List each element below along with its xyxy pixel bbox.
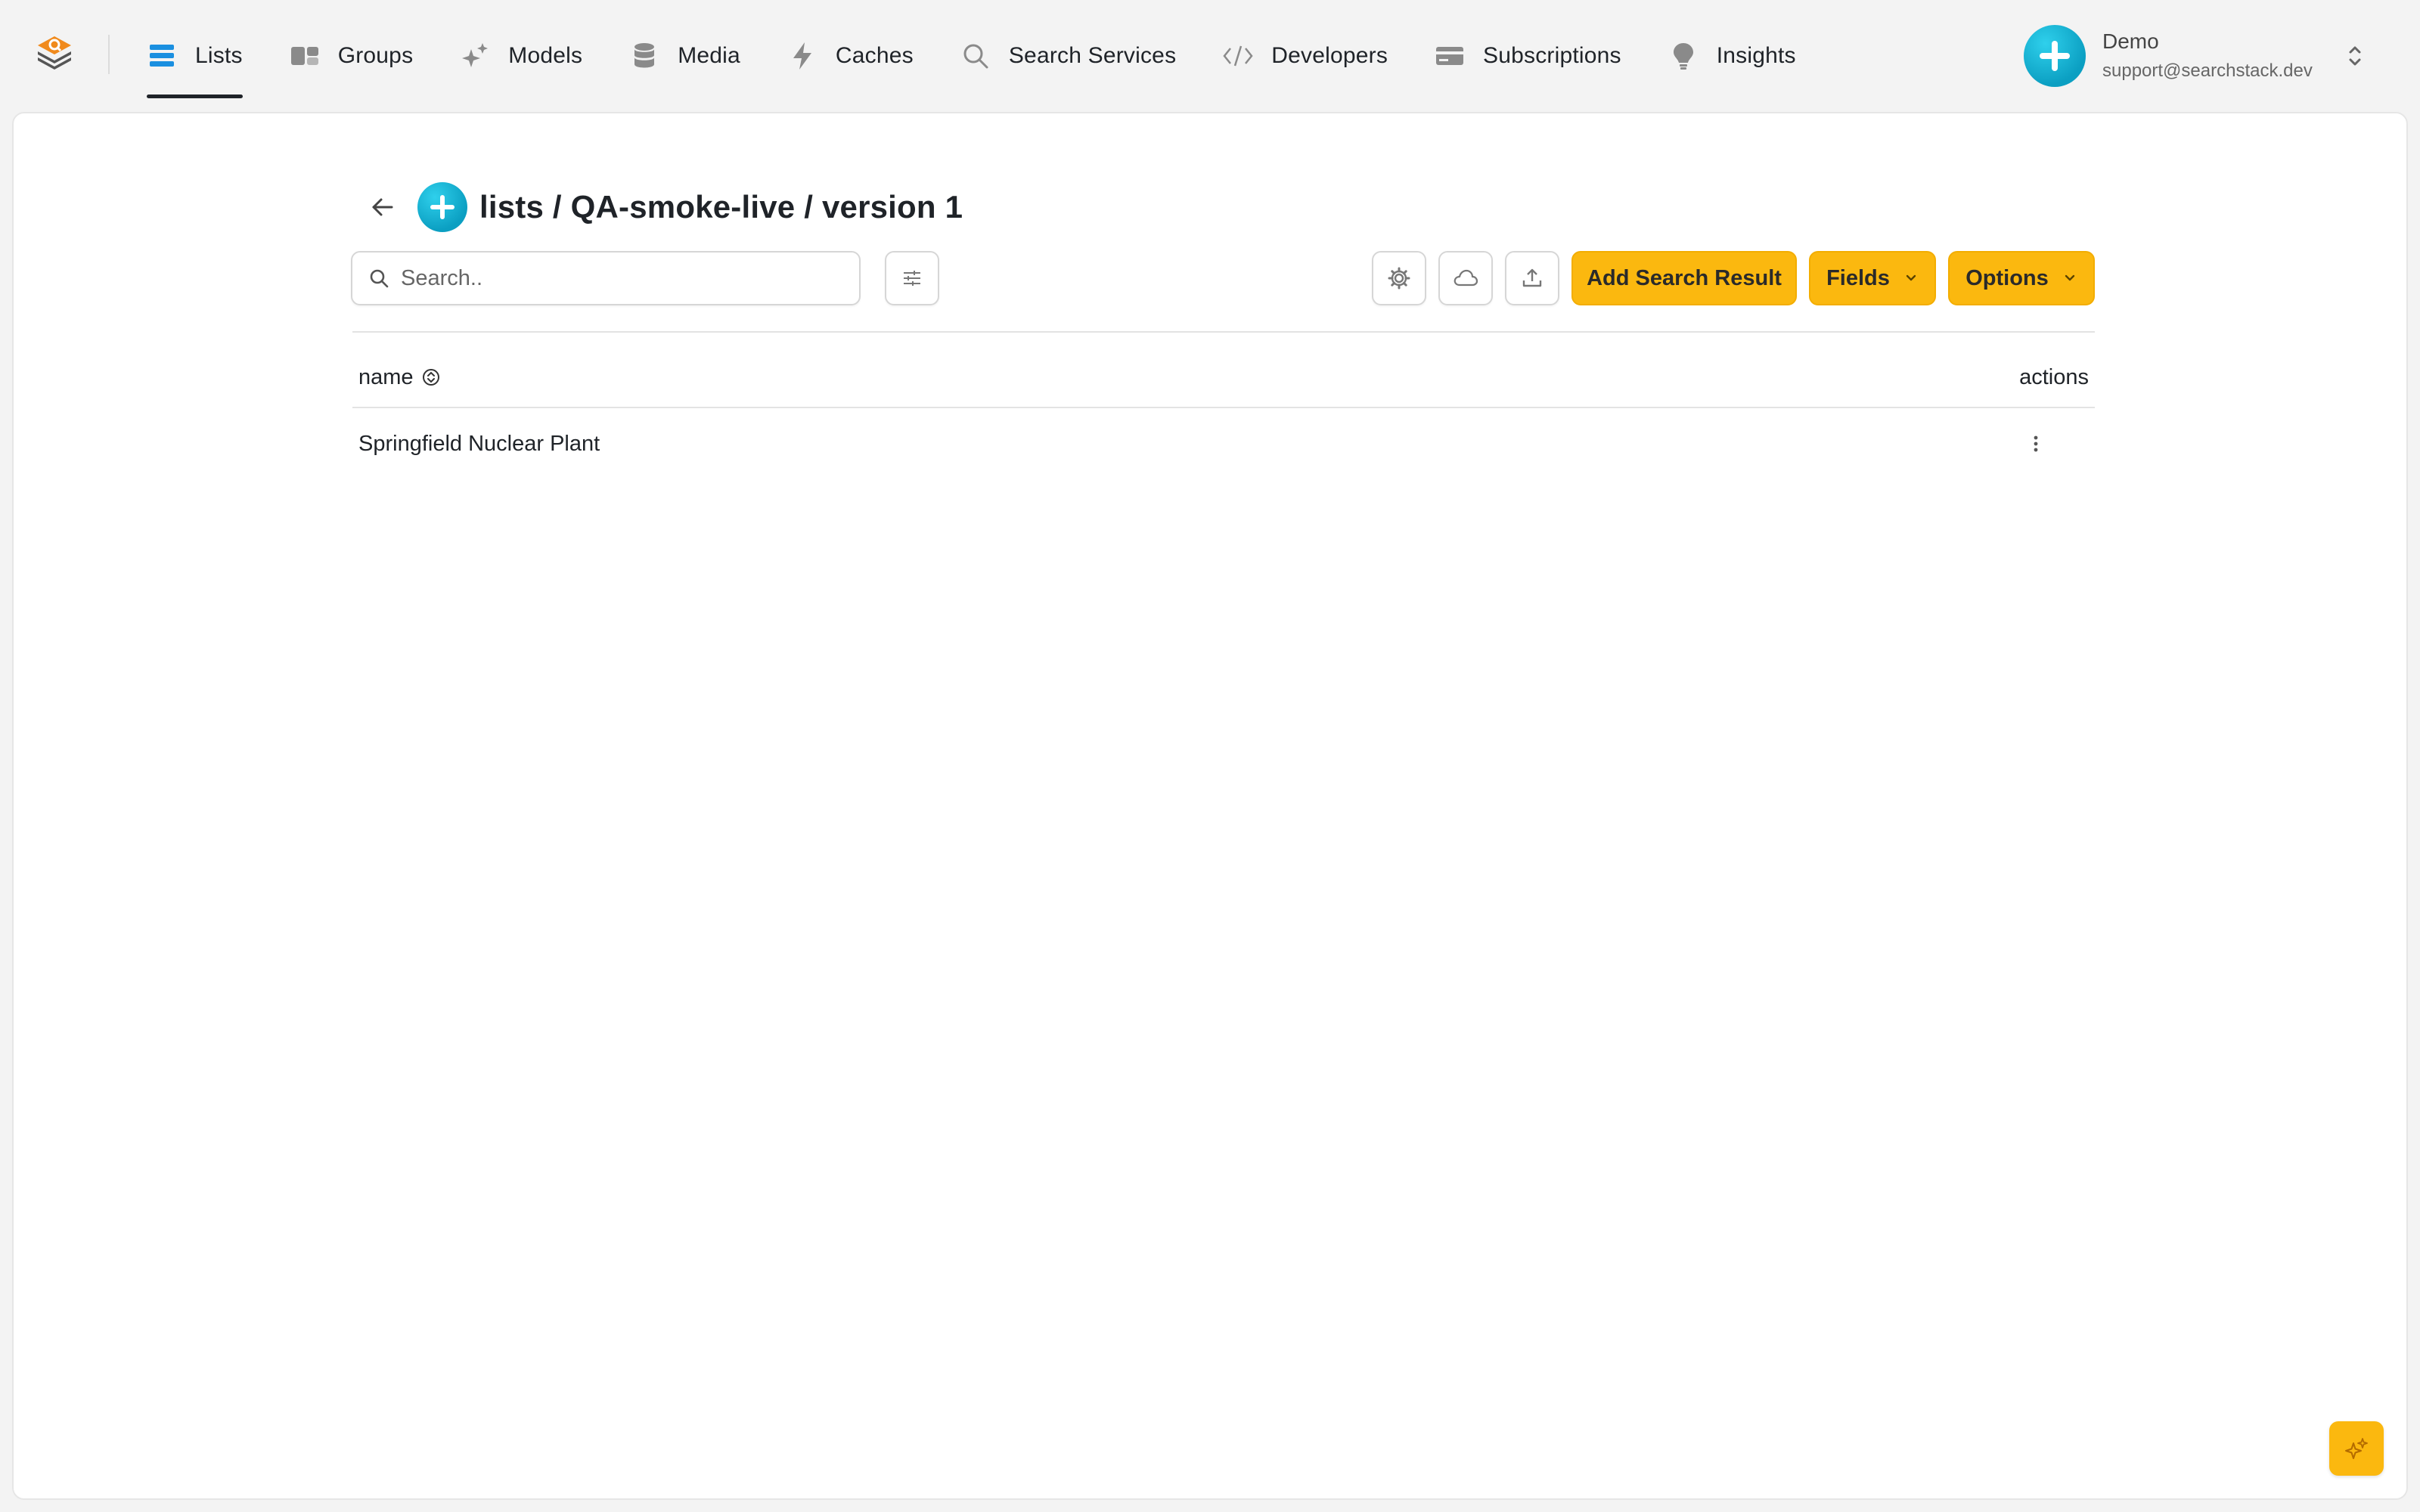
- sliders-icon: [904, 271, 920, 286]
- nav-label-groups: Groups: [337, 43, 414, 68]
- column-header-name[interactable]: name: [352, 365, 441, 390]
- nav-label-insights: Insights: [1716, 43, 1796, 68]
- nav-label-search-services: Search Services: [1008, 43, 1177, 68]
- table-row[interactable]: Springfield Nuclear Plant: [352, 410, 2095, 478]
- table-header: name actions: [352, 348, 2095, 408]
- arrow-left-icon: [372, 198, 393, 216]
- nav-item-groups[interactable]: Groups: [290, 0, 414, 112]
- lightbulb-icon: [1668, 41, 1699, 71]
- database-icon: [629, 41, 659, 71]
- add-search-result-label: Add Search Result: [1587, 265, 1782, 290]
- logo-icon: [38, 36, 71, 70]
- code-icon: [1223, 41, 1253, 71]
- nav-item-insights[interactable]: Insights: [1668, 0, 1796, 112]
- upload-icon: [1522, 268, 1542, 287]
- nav-item-models[interactable]: Models: [460, 0, 582, 112]
- nav-item-subscriptions[interactable]: Subscriptions: [1435, 0, 1621, 112]
- list-avatar: [417, 182, 467, 232]
- search-box: [351, 251, 861, 305]
- search-input[interactable]: [401, 265, 839, 291]
- filter-button[interactable]: [885, 251, 939, 305]
- nav-label-models: Models: [508, 43, 583, 68]
- credit-card-icon: [1435, 41, 1465, 71]
- settings-button[interactable]: [1372, 251, 1426, 305]
- add-search-result-button[interactable]: Add Search Result: [1571, 251, 1797, 305]
- column-name-label: name: [358, 364, 414, 389]
- options-label: Options: [1965, 265, 2049, 290]
- upload-button[interactable]: [1505, 251, 1559, 305]
- groups-icon: [290, 41, 320, 71]
- more-vertical-icon: [2034, 435, 2038, 452]
- page-title: lists / QA-smoke-live / version 1: [479, 189, 963, 225]
- account-email: support@searchstack.dev: [2102, 60, 2313, 81]
- toolbar-divider: [352, 331, 2095, 333]
- row-actions-menu-button[interactable]: [2021, 429, 2051, 459]
- app-logo[interactable]: [33, 33, 76, 76]
- nav-item-media[interactable]: Media: [629, 0, 740, 112]
- nav-label-lists: Lists: [195, 43, 243, 68]
- sort-icon[interactable]: [421, 367, 441, 387]
- cloud-icon: [1454, 269, 1478, 287]
- sparkles-icon: [460, 41, 490, 71]
- nav-label-caches: Caches: [835, 43, 914, 68]
- search-icon: [370, 269, 389, 288]
- avatar: [2024, 25, 2086, 87]
- list-toolbar: Add Search Result Fields Options: [351, 251, 2095, 307]
- nav-item-developers[interactable]: Developers: [1223, 0, 1388, 112]
- fields-label: Fields: [1826, 265, 1890, 290]
- fields-dropdown-button[interactable]: Fields: [1809, 251, 1936, 305]
- row-name-cell[interactable]: Springfield Nuclear Plant: [352, 432, 600, 457]
- nav-item-search-services[interactable]: Search Services: [960, 0, 1176, 112]
- chevron-down-icon: [1906, 274, 1916, 281]
- plus-icon: [2040, 41, 2070, 71]
- nav-item-caches[interactable]: Caches: [787, 0, 914, 112]
- ai-assistant-button[interactable]: [2329, 1421, 2384, 1476]
- gear-icon: [1388, 267, 1410, 290]
- lists-icon: [147, 41, 177, 71]
- chevron-up-down-icon: [2349, 46, 2361, 66]
- nav-label-media: Media: [678, 43, 740, 68]
- nav-item-lists[interactable]: Lists: [147, 0, 243, 112]
- page-header: lists / QA-smoke-live / version 1: [361, 177, 963, 237]
- options-dropdown-button[interactable]: Options: [1948, 251, 2095, 305]
- main-panel: lists / QA-smoke-live / version 1 Search…: [12, 112, 2408, 1500]
- main-nav: Lists Groups Models Media Caches Search …: [147, 0, 1843, 112]
- account-name: Demo: [2102, 29, 2159, 53]
- account-switcher[interactable]: Demo support@searchstack.dev: [2024, 24, 2379, 88]
- bolt-icon: [787, 41, 818, 71]
- logo-divider: [108, 35, 110, 74]
- back-button[interactable]: [361, 186, 404, 228]
- nav-label-subscriptions: Subscriptions: [1483, 43, 1621, 68]
- nav-label-developers: Developers: [1271, 43, 1388, 68]
- top-navigation-bar: Lists Groups Models Media Caches Search …: [0, 0, 2420, 112]
- search-icon: [960, 41, 991, 71]
- sparkles-icon: [2345, 1438, 2368, 1459]
- chevron-down-icon: [2065, 274, 2074, 281]
- plus-icon: [430, 195, 455, 219]
- cloud-button[interactable]: [1438, 251, 1493, 305]
- column-header-actions: actions: [2019, 364, 2089, 389]
